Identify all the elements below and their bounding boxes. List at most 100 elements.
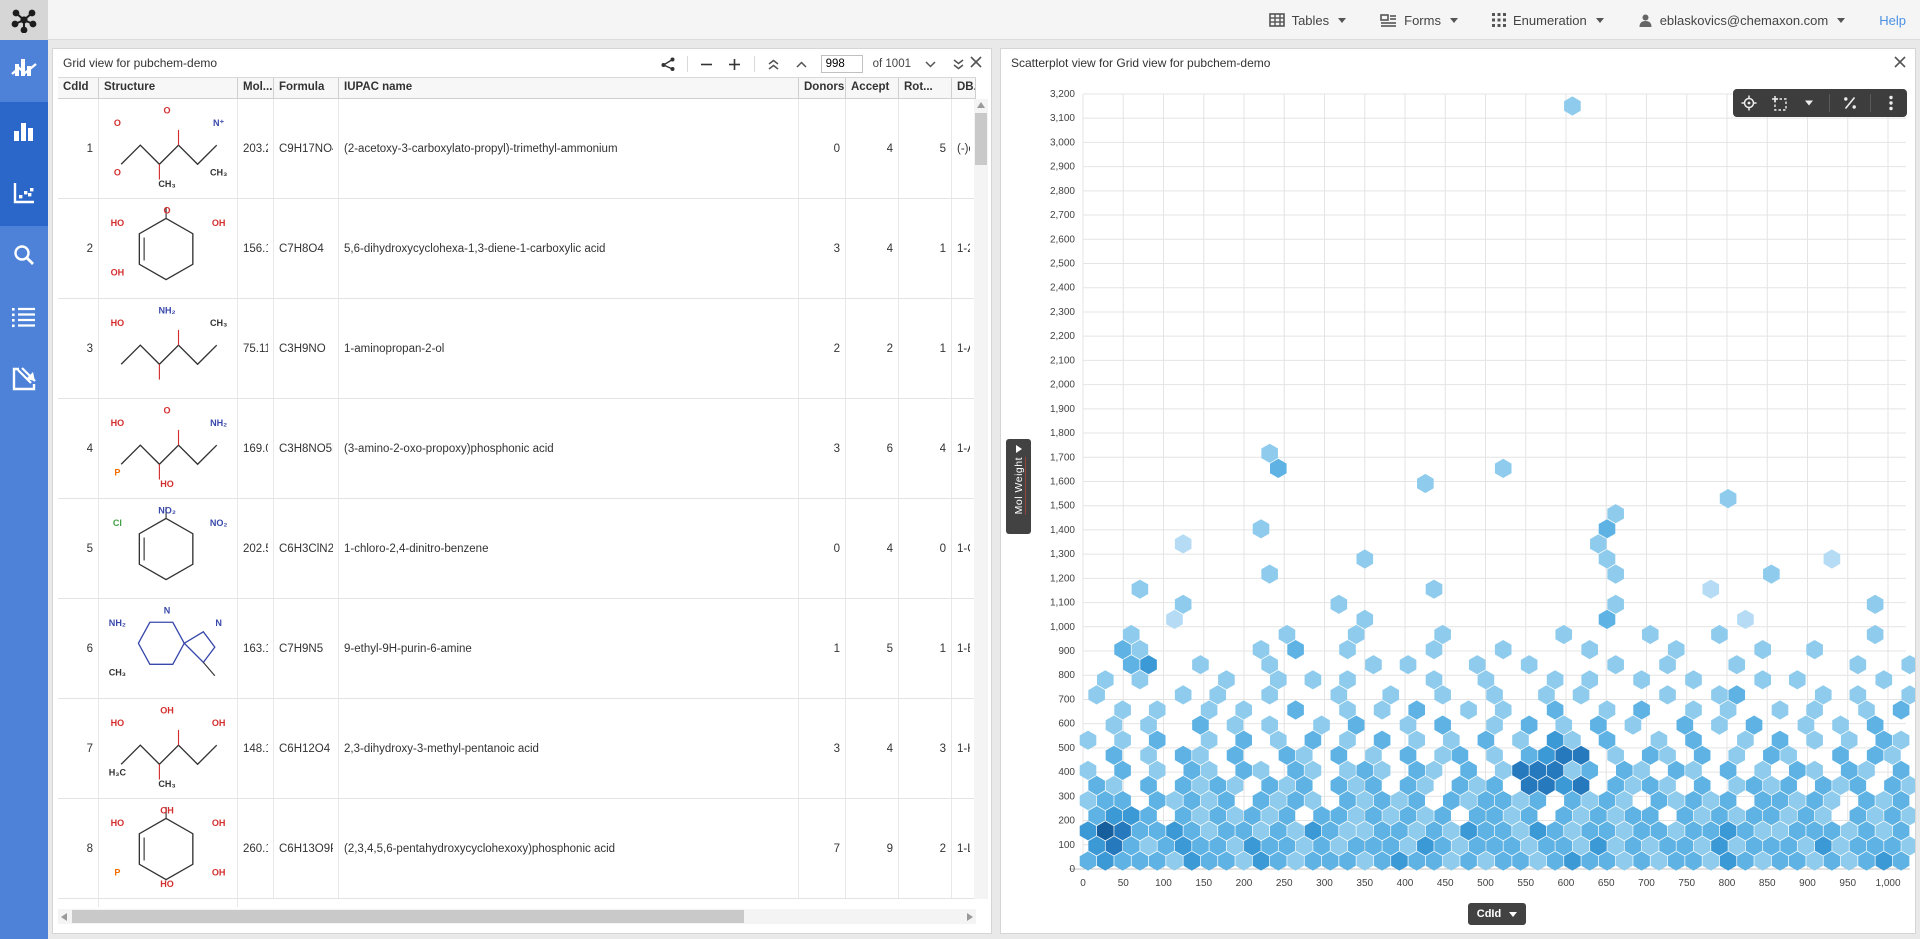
y-axis-selector-button[interactable]: Mol Weight — [1006, 439, 1031, 534]
hexbin-cell — [1348, 716, 1365, 735]
hexbin-cell — [1599, 700, 1616, 719]
table-row[interactable]: 1OON⁺OCH₃CH₃203.24C9H17NO4(2-acetoxy-3-c… — [58, 99, 976, 199]
cell-donors: 2 — [799, 299, 846, 398]
share-button[interactable] — [659, 55, 677, 73]
cell-cdid: 1 — [58, 99, 99, 198]
hexbin-cell — [1651, 791, 1668, 810]
sidebar-item-search[interactable] — [0, 226, 48, 288]
hexbin-cell — [1625, 776, 1642, 795]
hexbin-cell — [1884, 806, 1901, 825]
scrollbar-thumb[interactable] — [975, 113, 987, 165]
table-row[interactable]: 4HOONH₂PHO169.07C3H8NO5P(3-amino-2-oxo-p… — [58, 399, 976, 499]
hexbin-cell — [1867, 716, 1884, 735]
hexbin-cell — [1876, 851, 1893, 870]
last-page-button[interactable] — [949, 55, 967, 73]
hexbin-cell — [1763, 776, 1780, 795]
hexbin-cell — [1495, 761, 1512, 780]
hexbin-cell — [1132, 851, 1149, 870]
sidebar-item-import-export[interactable] — [0, 350, 48, 412]
hexbin-scatterplot[interactable]: 01002003004005006007008009001,0001,1001,… — [1001, 49, 1915, 933]
hexbin-cell — [1287, 761, 1304, 780]
column-header-iupac[interactable]: IUPAC name — [339, 78, 799, 98]
column-header-rot[interactable]: Rot... — [899, 78, 952, 98]
y-tick-label: 700 — [1058, 694, 1075, 705]
hexbin-cell — [1858, 761, 1875, 780]
table-row-partial[interactable] — [58, 899, 976, 907]
hexbin-cell — [1547, 821, 1564, 840]
cell-structure: HOONH₂PHO — [99, 399, 238, 498]
hexbin-cell — [1374, 700, 1391, 719]
chevron-down-icon — [1596, 18, 1604, 23]
grid-panel-close-button[interactable] — [969, 55, 985, 71]
first-page-button[interactable] — [765, 55, 783, 73]
column-header-structure[interactable]: Structure — [99, 78, 238, 98]
tables-menu[interactable]: Tables — [1269, 13, 1347, 28]
sidebar-item-scatter-chart[interactable] — [0, 164, 48, 226]
scrollbar-thumb[interactable] — [72, 910, 744, 923]
forms-menu[interactable]: Forms — [1380, 13, 1458, 28]
table-row[interactable]: 7HOOHOHH₃CCH₃148.16C6H12O42,3-dihydroxy-… — [58, 699, 976, 799]
column-header-donors[interactable]: Donors — [799, 78, 846, 98]
hexbin-cell — [1728, 776, 1745, 795]
hexbin-cell — [1114, 761, 1131, 780]
svg-text:N: N — [215, 618, 222, 628]
column-header-accept[interactable]: Accept — [846, 78, 899, 98]
next-page-button[interactable] — [921, 55, 939, 73]
hexbin-cell — [1789, 821, 1806, 840]
table-row[interactable]: 2HOOOHOH156.14C7H8O45,6-dihydroxycyclohe… — [58, 199, 976, 299]
hexbin-cell — [1573, 746, 1590, 765]
grid-vertical-scrollbar[interactable] — [974, 99, 988, 899]
column-header-mol[interactable]: Mol... — [238, 78, 274, 98]
prev-page-button[interactable] — [793, 55, 811, 73]
table-row[interactable]: 8HOOHOHPHOOH260.13C6H13O9P(2,3,4,5,6-pen… — [58, 799, 976, 899]
selection-dropdown-button[interactable] — [1799, 93, 1819, 113]
more-options-button[interactable] — [1881, 93, 1901, 113]
y-axis-label: Mol Weight — [1013, 457, 1025, 514]
table-row[interactable]: 6NH₂NNCH₃163.18C7H9N59-ethyl-9H-purin-6-… — [58, 599, 976, 699]
user-menu[interactable]: eblaskovics@chemaxon.com — [1638, 13, 1846, 28]
clear-selection-button[interactable] — [1840, 93, 1860, 113]
svg-text:O: O — [164, 205, 171, 215]
sidebar-item-bar-chart[interactable] — [0, 102, 48, 164]
column-header-formula[interactable]: Formula — [274, 78, 339, 98]
app-logo[interactable] — [0, 0, 48, 40]
hexbin-cell — [1711, 716, 1728, 735]
hexbin-cell — [1841, 731, 1858, 750]
hexbin-cell — [1495, 459, 1512, 478]
grid-horizontal-scrollbar[interactable] — [58, 909, 976, 924]
column-header-cdid[interactable]: CdId — [58, 78, 99, 98]
cell-mol: 163.18 — [238, 599, 274, 698]
hexbin-cell — [1452, 776, 1469, 795]
hexbin-cell — [1754, 761, 1771, 780]
help-link[interactable]: Help — [1879, 13, 1906, 28]
enumeration-menu[interactable]: Enumeration — [1492, 13, 1604, 28]
table-row[interactable]: 5ClNO₂NO₂202.55C6H3ClN2O41-chloro-2,4-di… — [58, 499, 976, 599]
hexbin-cell — [1460, 851, 1477, 870]
hexbin-cell — [1832, 836, 1849, 855]
cell-rot: 0 — [899, 499, 952, 598]
page-input[interactable] — [821, 55, 863, 73]
hexbin-cell — [1564, 851, 1581, 870]
hexbin-cell — [1850, 836, 1867, 855]
hexbin-cell — [1097, 821, 1114, 840]
hexbin-cell — [1140, 746, 1157, 765]
table-row[interactable]: 3HONH₂CH₃75.11C3H9NO1-aminopropan-2-ol22… — [58, 299, 976, 399]
hexbin-cell — [1192, 806, 1209, 825]
molecule-logo-icon — [11, 7, 37, 33]
hexbin-cell — [1408, 851, 1425, 870]
x-axis-selector-button[interactable]: CdId — [1468, 903, 1526, 925]
zoom-out-button[interactable] — [698, 55, 716, 73]
zoom-in-button[interactable] — [726, 55, 744, 73]
hexbin-cell — [1668, 640, 1685, 659]
zoom-to-fit-button[interactable] — [1739, 93, 1759, 113]
hexbin-cell — [1184, 761, 1201, 780]
hexbin-cell — [1486, 806, 1503, 825]
sidebar-item-combo-chart[interactable] — [0, 40, 48, 102]
scatter-toolbar — [1733, 89, 1907, 117]
hexbin-cell — [1521, 655, 1538, 674]
selection-mode-button[interactable] — [1769, 93, 1789, 113]
x-tick-label: 50 — [1118, 878, 1130, 889]
column-header-db[interactable]: DB... — [952, 78, 976, 98]
sidebar-item-list[interactable] — [0, 288, 48, 350]
hexbin-cell — [1080, 851, 1097, 870]
